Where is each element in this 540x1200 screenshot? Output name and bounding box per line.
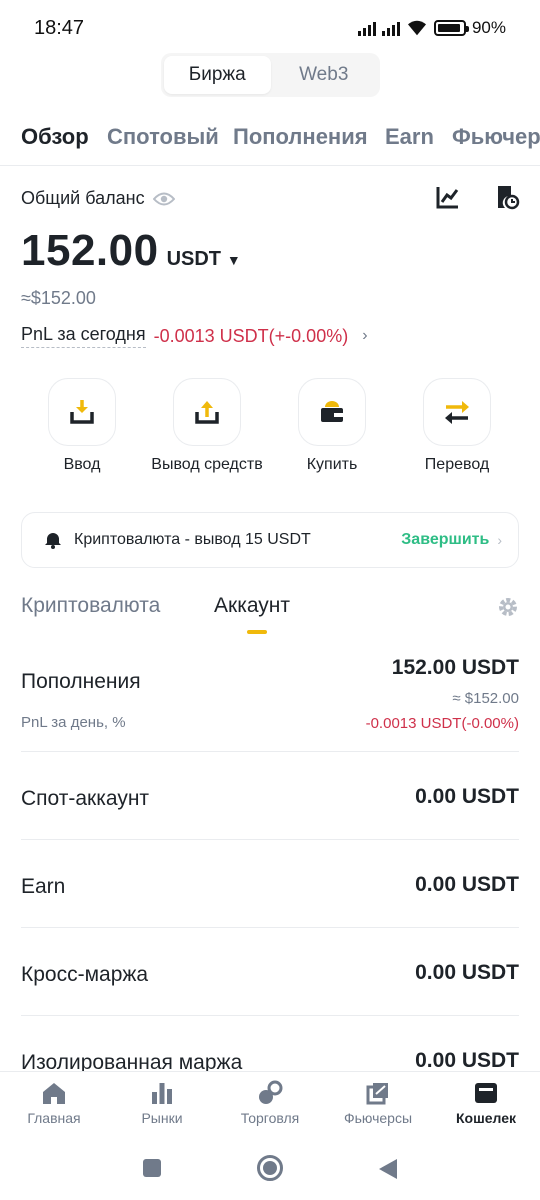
account-value: 0.00 USDT: [415, 961, 519, 984]
notice-text: Криптовалюта - вывод 15 USDT: [74, 531, 311, 548]
account-row-cross-margin[interactable]: Кросс-маржа 0.00 USDT: [21, 928, 519, 1016]
nav-home-label: Главная: [27, 1110, 81, 1126]
wallet-buy-icon: [298, 378, 366, 446]
chevron-right-icon: ›: [362, 327, 368, 344]
history-icon[interactable]: [494, 184, 520, 210]
nav-futures-label: Фьючерсы: [343, 1110, 413, 1126]
tab-overview[interactable]: Обзор: [21, 124, 89, 150]
pnl-label: PnL за сегодня: [21, 324, 146, 348]
balance-amount: 152.00 USDT ▼: [21, 226, 241, 276]
balance-currency-selector[interactable]: USDT ▼: [167, 248, 241, 271]
deposit-icon: [48, 378, 116, 446]
tab-crypto[interactable]: Криптовалюта: [21, 594, 160, 618]
eye-icon[interactable]: [152, 191, 175, 207]
chevron-right-icon: ›: [497, 532, 502, 548]
account-name: Спот-аккаунт: [21, 787, 150, 810]
total-balance-text: Общий баланс: [21, 188, 145, 208]
balance-tools: [435, 184, 520, 210]
account-value: 0.00 USDT: [415, 873, 519, 896]
futures-icon: [366, 1083, 388, 1105]
buy-label: Купить: [306, 456, 358, 473]
balance-value: 152.00: [21, 226, 159, 275]
segment-web3[interactable]: Web3: [271, 56, 378, 94]
gear-icon[interactable]: [497, 596, 519, 618]
nav-futures[interactable]: Фьючерсы: [324, 1080, 432, 1126]
account-pnl: -0.0013 USDT(-0.00%): [365, 715, 519, 732]
transfer-icon: [423, 378, 491, 446]
nav-trade[interactable]: Торговля: [216, 1080, 324, 1126]
battery-icon: [433, 20, 469, 36]
balance-unit: USDT: [166, 248, 222, 270]
status-bar: 18:47 90%: [0, 0, 540, 60]
trade-icon: [259, 1080, 283, 1104]
back-icon[interactable]: [378, 1158, 398, 1180]
account-value: 0.00 USDT: [415, 1049, 519, 1072]
withdraw-button[interactable]: Вывод средств: [137, 378, 277, 474]
battery-percent: 90%: [471, 18, 506, 37]
transfer-button[interactable]: Перевод: [387, 378, 527, 474]
account-pnl-label: PnL за день, %: [21, 714, 126, 731]
transfer-label: Перевод: [424, 456, 490, 473]
deposit-button[interactable]: Ввод: [12, 378, 152, 474]
deposit-label: Ввод: [63, 456, 101, 473]
buy-button[interactable]: Купить: [262, 378, 402, 474]
nav-markets-label: Рынки: [141, 1110, 183, 1126]
system-nav-bar: [0, 1142, 540, 1200]
signal-icon: [381, 20, 400, 36]
segment-exchange[interactable]: Биржа: [164, 56, 271, 94]
account-name: Earn: [21, 875, 66, 898]
caret-down-icon: ▼: [223, 252, 241, 268]
withdraw-label: Вывод средств: [151, 456, 263, 473]
bell-icon: [45, 533, 61, 549]
recent-apps-icon[interactable]: [142, 1158, 162, 1178]
nav-wallet-label: Кошелек: [455, 1110, 517, 1126]
bottom-nav: Главная Рынки Торговля Фьючерсы Кошелек: [0, 1072, 540, 1142]
account-row-spot[interactable]: Спот-аккаунт 0.00 USDT: [21, 752, 519, 840]
tab-funding[interactable]: Пополнения: [233, 124, 368, 150]
tab-account[interactable]: Аккаунт: [214, 594, 290, 618]
total-balance-label: Общий баланс: [21, 188, 175, 209]
markets-icon: [152, 1083, 172, 1104]
complete-link[interactable]: Завершить: [401, 531, 489, 549]
account-value: 0.00 USDT: [415, 785, 519, 808]
account-row-funding[interactable]: Пополнения 152.00 USDT ≈ $152.00 PnL за …: [21, 650, 519, 752]
nav-trade-label: Торговля: [240, 1110, 300, 1126]
tab-earn[interactable]: Earn: [385, 124, 434, 150]
nav-markets[interactable]: Рынки: [108, 1080, 216, 1126]
status-time: 18:47: [34, 17, 85, 39]
nav-wallet[interactable]: Кошелек: [432, 1080, 540, 1126]
tab-futures[interactable]: Фьючер: [452, 124, 540, 150]
withdraw-icon: [173, 378, 241, 446]
account-usd: ≈ $152.00: [452, 690, 519, 707]
withdrawal-notice[interactable]: Криптовалюта - вывод 15 USDT Завершить ›: [21, 512, 519, 568]
wallet-icon: [475, 1083, 497, 1103]
pnl-today-row[interactable]: PnL за сегодня -0.0013 USDT(+-0.00%) ›: [21, 324, 368, 348]
account-row-earn[interactable]: Earn 0.00 USDT: [21, 840, 519, 928]
balance-usd: ≈$152.00: [21, 288, 96, 308]
signal-icon: [357, 20, 376, 36]
wifi-icon: [407, 20, 426, 36]
pnl-chart-icon[interactable]: [435, 184, 461, 210]
nav-home[interactable]: Главная: [0, 1080, 108, 1126]
account-name: Пополнения: [21, 670, 141, 693]
tab-spot[interactable]: Спотовый: [107, 124, 219, 150]
account-value: 152.00 USDT: [391, 656, 519, 679]
exchange-web3-switch: Биржа Web3: [161, 53, 380, 97]
pnl-value: -0.0013 USDT(+-0.00%): [153, 325, 349, 346]
status-icons: 90%: [357, 18, 506, 38]
home-icon: [43, 1083, 65, 1104]
active-tab-indicator: [247, 630, 267, 634]
view-tabs: Криптовалюта Аккаунт: [21, 594, 519, 634]
accounts-list: Пополнения 152.00 USDT ≈ $152.00 PnL за …: [21, 650, 519, 1104]
account-name: Кросс-маржа: [21, 963, 149, 986]
wallet-tabs: Обзор Спотовый Пополнения Earn Фьючер: [0, 112, 540, 166]
home-button-icon[interactable]: [256, 1154, 284, 1182]
